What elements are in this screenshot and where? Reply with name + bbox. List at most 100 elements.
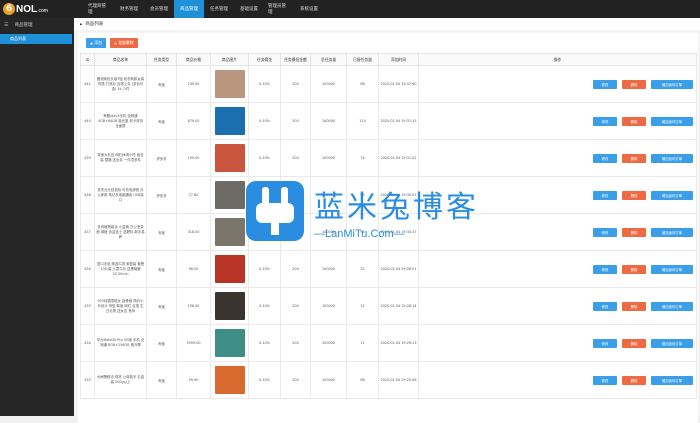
edit-button[interactable]: 修改 (593, 264, 617, 274)
add-rebate-order-button[interactable]: 增加返利订单 (651, 375, 693, 385)
task-taken: 68 (346, 65, 379, 103)
product-image (210, 361, 249, 399)
edit-button[interactable]: 修改 (593, 190, 617, 200)
nav-item-1[interactable]: 财务管理 (114, 0, 144, 18)
task-type: 淘宝 (146, 324, 177, 362)
delete-button[interactable]: 删除 (622, 338, 646, 348)
sidebar-section-header[interactable]: ☰ 商品管理 (0, 18, 74, 32)
logo[interactable]: 6 NOL.com (3, 2, 48, 16)
product-id: 438 (80, 176, 95, 214)
add-rebate-order-button[interactable]: 增加返利订单 (651, 264, 693, 274)
nav-item-6[interactable]: 管理员管理 (264, 0, 294, 18)
task-taken: 110 (346, 102, 379, 140)
top-navbar: 6 NOL.com 代理商管理 财务管理 会员管理 商品管理 任务管理 基础设置 管理员管理… (0, 0, 700, 18)
delete-button[interactable]: 删除 (622, 190, 646, 200)
nav-item-5[interactable]: 基础设置 (234, 0, 264, 18)
add-rebate-order-button[interactable]: 增加返利订单 (651, 153, 693, 163)
nav-item-7[interactable]: 系统设置 (294, 0, 324, 18)
task-type: 淘宝 (146, 250, 177, 288)
table-row: 436 进口冻品 精选牛排 家庭装 套餐 10片装 儿童牛扒 送黑椒酱 20.30… (80, 250, 697, 288)
column-header: 商品价格 (176, 53, 211, 66)
product-image (210, 324, 249, 362)
edit-button[interactable]: 修改 (593, 79, 617, 89)
product-id: 437 (80, 213, 95, 251)
product-id: 441 (80, 65, 95, 103)
add-rebate-order-button[interactable]: 增加返利订单 (651, 338, 693, 348)
task-min-amount: 200 (280, 250, 311, 288)
watermark-title: 蓝米兔博客 (314, 190, 479, 225)
delete-button[interactable]: 删除 (622, 227, 646, 237)
product-name: 华为Mate30 Pro 5G版 手机 全网通 8GB+256GB 翡冷翠 (94, 324, 147, 362)
task-min-amount: 200 (280, 324, 311, 362)
edit-button[interactable]: 修改 (593, 338, 617, 348)
triangle-icon: ▶ (80, 22, 83, 26)
main-nav: 代理商管理 财务管理 会员管理 商品管理 任务管理 基础设置 管理员管理 系统设置 (84, 0, 324, 18)
task-commission: 0.10% (248, 65, 281, 103)
product-name: 925纯银项链女 锁骨链 简约小众设计 吊坠 韩版 网红 百搭 生日礼物 送女友… (94, 287, 147, 325)
task-taken: 25 (346, 250, 379, 288)
batch-delete-button[interactable]: ⊖ 批量删除 (109, 38, 138, 48)
column-header: 商品图片 (210, 53, 249, 66)
add-rebate-order-button[interactable]: 增加返利订单 (651, 79, 693, 89)
add-rebate-order-button[interactable]: 增加返利订单 (651, 190, 693, 200)
delete-button[interactable]: 删除 (622, 264, 646, 274)
edit-button[interactable]: 修改 (593, 153, 617, 163)
task-commission: 0.10% (248, 102, 281, 140)
add-button[interactable]: ⊕ 添加 (86, 38, 106, 48)
product-name: 荣耀play3手机 全网通 4GB+64GB 极光蓝 双卡双待 全面屏 (94, 102, 147, 140)
task-commission: 0.10% (248, 250, 281, 288)
product-thumbnail (214, 144, 245, 172)
add-rebate-order-button[interactable]: 增加返利订单 (651, 227, 693, 237)
sidebar-item-product-list[interactable]: 商品列表 (0, 34, 72, 44)
delete-button[interactable]: 删除 (622, 153, 646, 163)
row-actions: 修改 删除 增加返利订单 (418, 287, 697, 325)
task-taken: 68 (346, 361, 379, 399)
added-time: 2020-01-04 19:25:46 (378, 361, 419, 399)
logo-text: NOL.com (16, 3, 48, 15)
task-total: 100000 (310, 324, 347, 362)
nav-item-2[interactable]: 会员管理 (144, 0, 174, 18)
added-time: 2020-01-04 19:28:14 (378, 287, 419, 325)
delete-button[interactable]: 删除 (622, 375, 646, 385)
product-id: 435 (80, 287, 95, 325)
row-actions: 修改 删除 增加返利订单 (418, 361, 697, 399)
product-name: 多肉植物组合 小盆栽 办公室桌面 绿植 含盆含土 送肥料 新手易养 (94, 213, 147, 251)
product-image (210, 65, 249, 103)
add-rebate-order-button[interactable]: 增加返利订单 (651, 116, 693, 126)
task-type: 淘宝 (146, 361, 177, 399)
task-min-amount: 200 (280, 287, 311, 325)
product-price: 318.00 (176, 213, 211, 251)
product-image (210, 102, 249, 140)
row-actions: 修改 删除 增加返利订单 (418, 324, 697, 362)
product-id: 440 (80, 102, 95, 140)
table-row: 433 大闸蟹鲜活 现货 公母各半 礼盒装 500g以上 淘宝 59.90 0.10% 2… (80, 361, 697, 399)
nav-item-4[interactable]: 任务管理 (204, 0, 234, 18)
sidebar: ☰ 商品管理 商品列表 (0, 18, 74, 416)
edit-button[interactable]: 修改 (593, 227, 617, 237)
nav-item-0[interactable]: 代理商管理 (84, 0, 114, 18)
edit-button[interactable]: 修改 (593, 116, 617, 126)
edit-button[interactable]: 修改 (593, 375, 617, 385)
edit-button[interactable]: 修改 (593, 301, 617, 311)
product-image (210, 213, 249, 251)
menu-icon: ☰ (4, 22, 9, 28)
product-price: 158.00 (176, 287, 211, 325)
task-taken: 32 (346, 287, 379, 325)
table-row: 434 华为Mate30 Pro 5G版 手机 全网通 8GB+256GB 翡冷翠… (80, 324, 697, 362)
table-row: 439 零食大礼包 网红休闲小吃 组合装 整箱 送女友 一件顶多件 拼多多 199.0… (80, 139, 697, 177)
product-name: 圆领纯色长袖T恤 秋冬新款女装内搭 打底衫 百搭上衣 (多色可选) 34.7/件 (94, 65, 147, 103)
table-row: 440 荣耀play3手机 全网通 4GB+64GB 极光蓝 双卡双待 全面屏 淘宝… (80, 102, 697, 140)
product-image (210, 250, 249, 288)
delete-button[interactable]: 删除 (622, 79, 646, 89)
product-price: 199.00 (176, 139, 211, 177)
delete-button[interactable]: 删除 (622, 116, 646, 126)
add-rebate-order-button[interactable]: 增加返利订单 (651, 301, 693, 311)
column-header: 任务类型 (146, 53, 177, 66)
product-name: 鲁杰丝无线鼠标 可充电静音 办公家用 笔记本电脑通用 USB接口 (94, 176, 147, 214)
task-type: 淘宝 (146, 102, 177, 140)
nav-item-3[interactable]: 商品管理 (174, 0, 204, 18)
product-thumbnail (214, 181, 245, 209)
product-thumbnail (214, 70, 245, 98)
delete-button[interactable]: 删除 (622, 301, 646, 311)
row-actions: 修改 删除 增加返利订单 (418, 250, 697, 288)
